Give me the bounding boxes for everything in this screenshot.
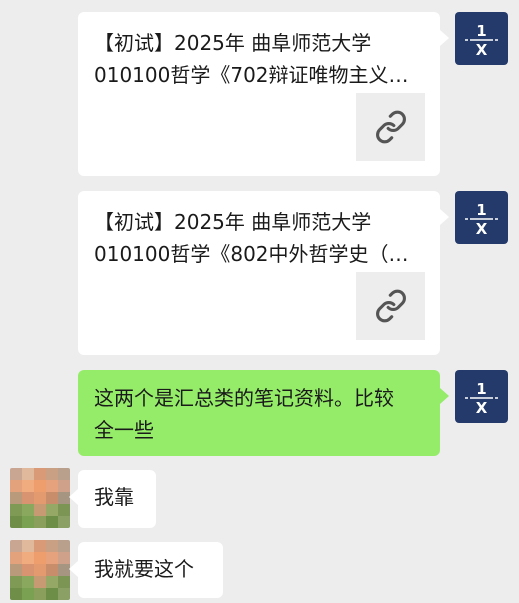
message-text: 我就要这个 [94, 557, 194, 581]
link-card-title-line: 【初试】2025年 曲阜师范大学 [94, 31, 372, 55]
message-text: 这两个是汇总类的笔记资料。比较 全一些 [94, 382, 428, 446]
avatar-bottom-text: X [476, 399, 488, 417]
message-text-line: 这两个是汇总类的笔记资料。比较 [94, 386, 394, 410]
bubble-tail [440, 30, 449, 46]
link-icon [375, 289, 406, 323]
link-card-title-line: 【初试】2025年 曲阜师范大学 [94, 210, 372, 234]
text-message[interactable]: 我靠 [78, 470, 156, 528]
contact-avatar[interactable] [10, 468, 70, 528]
link-icon [375, 110, 406, 144]
link-card-message[interactable]: 【初试】2025年 曲阜师范大学 010100哲学《702辩证唯物主义… [78, 12, 440, 176]
one-x-logo-icon: 1 X [465, 380, 498, 417]
one-x-logo-icon: 1 X [465, 201, 498, 238]
avatar-top-text: 1 [476, 380, 486, 398]
link-thumbnail [356, 93, 425, 161]
avatar-bottom-text: X [476, 41, 488, 59]
link-card-message[interactable]: 【初试】2025年 曲阜师范大学 010100哲学《802中外哲学史（… [78, 191, 440, 355]
chat-area: 【初试】2025年 曲阜师范大学 010100哲学《702辩证唯物主义… 1 X… [0, 0, 519, 603]
avatar-bottom-text: X [476, 220, 488, 238]
text-message[interactable]: 这两个是汇总类的笔记资料。比较 全一些 [78, 370, 440, 456]
contact-avatar[interactable] [10, 540, 70, 600]
one-x-logo-icon: 1 X [465, 22, 498, 59]
bubble-tail [69, 561, 78, 577]
link-thumbnail [356, 272, 425, 340]
self-avatar[interactable]: 1 X [455, 12, 508, 65]
message-text: 我靠 [94, 485, 134, 509]
link-card-title-line: 010100哲学《802中外哲学史（… [94, 242, 409, 266]
bubble-tail [440, 209, 449, 225]
link-card-title-line: 010100哲学《702辩证唯物主义… [94, 63, 409, 87]
message-text-line: 全一些 [94, 418, 154, 442]
link-card-title: 【初试】2025年 曲阜师范大学 010100哲学《702辩证唯物主义… [94, 27, 424, 91]
avatar-top-text: 1 [476, 201, 486, 219]
avatar-top-text: 1 [476, 22, 486, 40]
bubble-tail [440, 388, 449, 404]
link-card-title: 【初试】2025年 曲阜师范大学 010100哲学《802中外哲学史（… [94, 206, 424, 270]
self-avatar[interactable]: 1 X [455, 370, 508, 423]
text-message[interactable]: 我就要这个 [78, 542, 223, 598]
self-avatar[interactable]: 1 X [455, 191, 508, 244]
bubble-tail [69, 489, 78, 505]
